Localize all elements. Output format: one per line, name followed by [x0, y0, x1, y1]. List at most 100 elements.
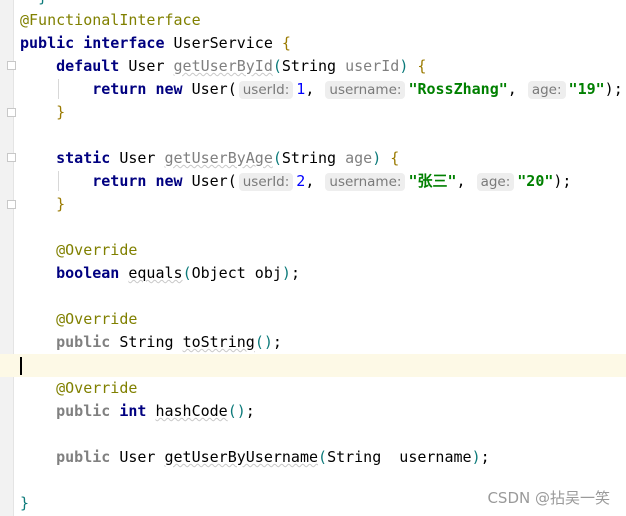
code-line[interactable]: @Override	[20, 239, 626, 262]
parameter-hint: userId:	[238, 81, 294, 99]
editor-gutter	[0, 0, 16, 516]
code-line[interactable]: }	[20, 101, 626, 124]
code-token: getUserByAge	[164, 149, 273, 167]
code-line[interactable]: @FunctionalInterface	[20, 9, 626, 32]
code-token: @Override	[56, 310, 138, 328]
code-editor[interactable]: } @FunctionalInterface public interface Us…	[0, 0, 626, 515]
text-caret	[20, 357, 22, 375]
code-token: @Override	[56, 379, 138, 397]
code-token: ;	[290, 264, 300, 282]
code-token: default	[56, 57, 120, 75]
code-token: hashCode	[155, 402, 228, 420]
code-line[interactable]: }	[20, 193, 626, 216]
code-token: String	[281, 149, 346, 167]
code-token: }	[56, 195, 66, 213]
code-token: "张三"	[408, 172, 457, 190]
code-line[interactable]: return new User(userId: 2, username: "张三",…	[20, 170, 626, 193]
code-token: ;	[480, 448, 490, 466]
code-line[interactable]: return new User(userId: 1, username: "Ross…	[20, 78, 626, 101]
code-token: return	[92, 80, 147, 98]
code-token: String	[110, 333, 183, 351]
code-token: public	[56, 448, 111, 466]
code-token: boolean	[56, 264, 120, 282]
parameter-hint: age:	[527, 81, 566, 99]
code-token: (	[272, 57, 282, 75]
code-token: public	[20, 34, 75, 52]
code-token: public	[56, 402, 111, 420]
code-token: getUserByUsername	[164, 448, 319, 466]
code-token: )	[281, 264, 291, 282]
code-token: ()	[227, 402, 246, 420]
code-token: ,	[507, 80, 526, 98]
code-token: new	[155, 80, 183, 98]
code-token: )	[372, 149, 382, 167]
code-line[interactable]: public int hashCode();	[20, 400, 626, 423]
code-token: );	[553, 172, 572, 190]
code-line[interactable]	[20, 124, 626, 147]
code-token: User(	[182, 172, 237, 190]
code-token: User	[119, 57, 174, 75]
code-token: (	[318, 448, 328, 466]
code-token: UserService	[164, 34, 282, 52]
code-token: age	[345, 149, 373, 167]
parameter-hint: username:	[325, 173, 406, 191]
code-token: interface	[83, 34, 165, 52]
code-token: ,	[305, 80, 324, 98]
fold-icon[interactable]	[7, 61, 16, 70]
code-line[interactable]: public String toString();	[20, 331, 626, 354]
code-token: String username	[327, 448, 472, 466]
code-token: 1	[296, 80, 306, 98]
parameter-hint: username:	[325, 81, 406, 99]
code-token: User	[110, 149, 165, 167]
code-line[interactable]	[20, 216, 626, 239]
code-token: User	[110, 448, 165, 466]
code-token: )	[471, 448, 481, 466]
code-token: toString	[182, 333, 255, 351]
code-token: String	[281, 57, 346, 75]
code-line[interactable]: @Override	[20, 377, 626, 400]
code-line[interactable]: @Override	[20, 308, 626, 331]
code-line[interactable]: public interface UserService {	[20, 32, 626, 55]
code-line[interactable]: static User getUserByAge(String age) {	[20, 147, 626, 170]
code-token: );	[604, 80, 623, 98]
code-line[interactable]: boolean equals(Object obj);	[20, 262, 626, 285]
code-token: ()	[254, 333, 273, 351]
code-token: int	[119, 402, 147, 420]
code-line[interactable]	[20, 285, 626, 308]
code-token: ,	[456, 172, 475, 190]
parameter-hint: userId:	[238, 173, 294, 191]
code-token: }	[20, 494, 30, 512]
parameter-hint: age:	[476, 173, 515, 191]
code-line[interactable]	[20, 423, 626, 446]
code-token: "RossZhang"	[408, 80, 508, 98]
fold-icon[interactable]	[7, 153, 16, 162]
code-line[interactable]: }	[20, 0, 626, 9]
fold-icon[interactable]	[7, 200, 16, 209]
code-token: (	[272, 149, 282, 167]
current-line[interactable]	[0, 354, 626, 377]
code-token: }	[38, 0, 47, 6]
code-line[interactable]: default User getUserById(String userId) …	[20, 55, 626, 78]
code-token: @Override	[56, 241, 138, 259]
code-token: ,	[305, 172, 324, 190]
code-token: public	[56, 333, 111, 351]
code-token: "20"	[517, 172, 554, 190]
code-token: }	[56, 103, 66, 121]
code-token: )	[399, 57, 409, 75]
fold-icon[interactable]	[7, 108, 16, 117]
code-token: static	[56, 149, 111, 167]
code-line[interactable]: public User getUserByUsername(String use…	[20, 446, 626, 469]
